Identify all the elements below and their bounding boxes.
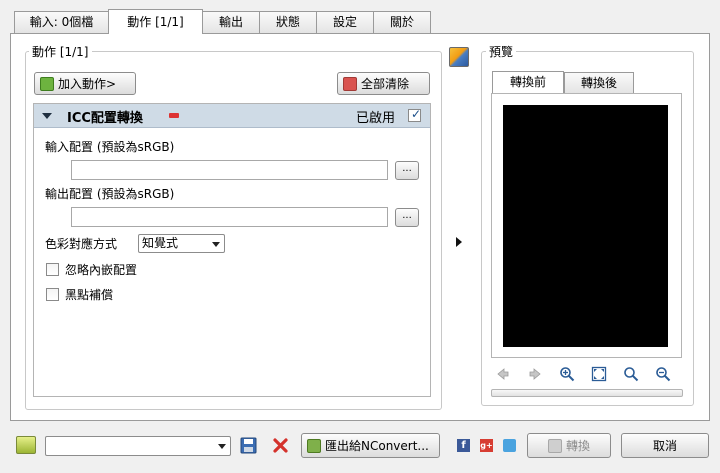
twitter-icon[interactable] bbox=[503, 439, 516, 452]
export-nconvert-label: 匯出給NConvert... bbox=[325, 439, 429, 453]
output-profile-field[interactable] bbox=[71, 207, 388, 227]
delete-icon[interactable] bbox=[273, 438, 288, 453]
remove-action-icon[interactable] bbox=[169, 113, 179, 118]
cancel-label: 取消 bbox=[652, 439, 677, 453]
google-plus-icon[interactable]: g+ bbox=[480, 439, 493, 452]
preview-image bbox=[503, 105, 668, 347]
add-action-button[interactable]: 加入動作> bbox=[34, 72, 136, 95]
clear-icon bbox=[343, 76, 357, 91]
collapse-icon[interactable] bbox=[42, 113, 52, 119]
clear-all-label: 全部清除 bbox=[361, 77, 410, 91]
check-icon: ✓ bbox=[411, 107, 422, 121]
actions-legend: 動作 [1/1] bbox=[29, 43, 92, 60]
script-select[interactable] bbox=[45, 436, 231, 456]
add-action-label: 加入動作> bbox=[58, 77, 117, 91]
chevron-down-icon bbox=[212, 242, 220, 247]
black-point-checkbox[interactable] bbox=[46, 288, 59, 301]
tab-after[interactable]: 轉換後 bbox=[564, 72, 634, 93]
zoom-icon[interactable] bbox=[623, 366, 639, 382]
input-profile-browse-button[interactable]: ... bbox=[395, 161, 419, 180]
expand-preview-icon[interactable] bbox=[456, 237, 462, 247]
arrow-right-icon[interactable] bbox=[527, 366, 543, 382]
preview-legend: 預覽 bbox=[486, 43, 517, 60]
tab-actions[interactable]: 動作 [1/1] bbox=[108, 9, 203, 34]
fit-icon[interactable] bbox=[591, 366, 607, 382]
ignore-embedded-label: 忽略內嵌配置 bbox=[65, 263, 138, 277]
black-point-label: 黑點補償 bbox=[65, 288, 114, 302]
chevron-down-icon bbox=[218, 444, 226, 449]
tab-output[interactable]: 輸出 bbox=[202, 11, 260, 33]
rendering-intent-select[interactable]: 知覺式 bbox=[138, 234, 225, 253]
export-nconvert-button[interactable]: 匯出給NConvert... bbox=[301, 433, 440, 458]
preview-scrollbar[interactable] bbox=[491, 389, 683, 397]
enabled-checkbox[interactable]: ✓ bbox=[408, 107, 422, 122]
zoom-out-icon[interactable] bbox=[655, 366, 671, 382]
rendering-intent-value: 知覺式 bbox=[142, 236, 179, 250]
convert-label: 轉換 bbox=[565, 439, 590, 453]
open-folder-icon[interactable] bbox=[16, 436, 36, 454]
clear-all-button[interactable]: 全部清除 bbox=[337, 72, 430, 95]
facebook-icon[interactable]: f bbox=[457, 439, 470, 452]
action-title: ICC配置轉換 bbox=[67, 111, 143, 126]
arrow-left-icon[interactable] bbox=[495, 366, 511, 382]
output-profile-label: 輸出配置 (預設為sRGB) bbox=[45, 187, 175, 201]
tab-about[interactable]: 關於 bbox=[373, 11, 431, 33]
preview-toggle-icon[interactable] bbox=[449, 47, 469, 67]
rendering-intent-label: 色彩對應方式 bbox=[45, 237, 118, 251]
enabled-label: 已啟用 bbox=[356, 111, 396, 126]
convert-icon bbox=[547, 438, 562, 453]
ignore-embedded-checkbox[interactable] bbox=[46, 263, 59, 276]
input-profile-field[interactable] bbox=[71, 160, 388, 180]
tab-settings[interactable]: 設定 bbox=[316, 11, 374, 33]
zoom-in-icon[interactable] bbox=[559, 366, 575, 382]
add-icon bbox=[40, 76, 54, 91]
input-profile-label: 輸入配置 (預設為sRGB) bbox=[45, 140, 175, 154]
export-icon bbox=[307, 438, 321, 453]
output-profile-browse-button[interactable]: ... bbox=[395, 208, 419, 227]
save-icon[interactable] bbox=[240, 437, 257, 454]
tab-status[interactable]: 狀態 bbox=[259, 11, 317, 33]
cancel-button[interactable]: 取消 bbox=[621, 433, 709, 458]
tab-input[interactable]: 輸入: 0個檔 bbox=[14, 11, 109, 33]
tab-before[interactable]: 轉換前 bbox=[492, 71, 564, 93]
convert-button[interactable]: 轉換 bbox=[527, 433, 611, 458]
